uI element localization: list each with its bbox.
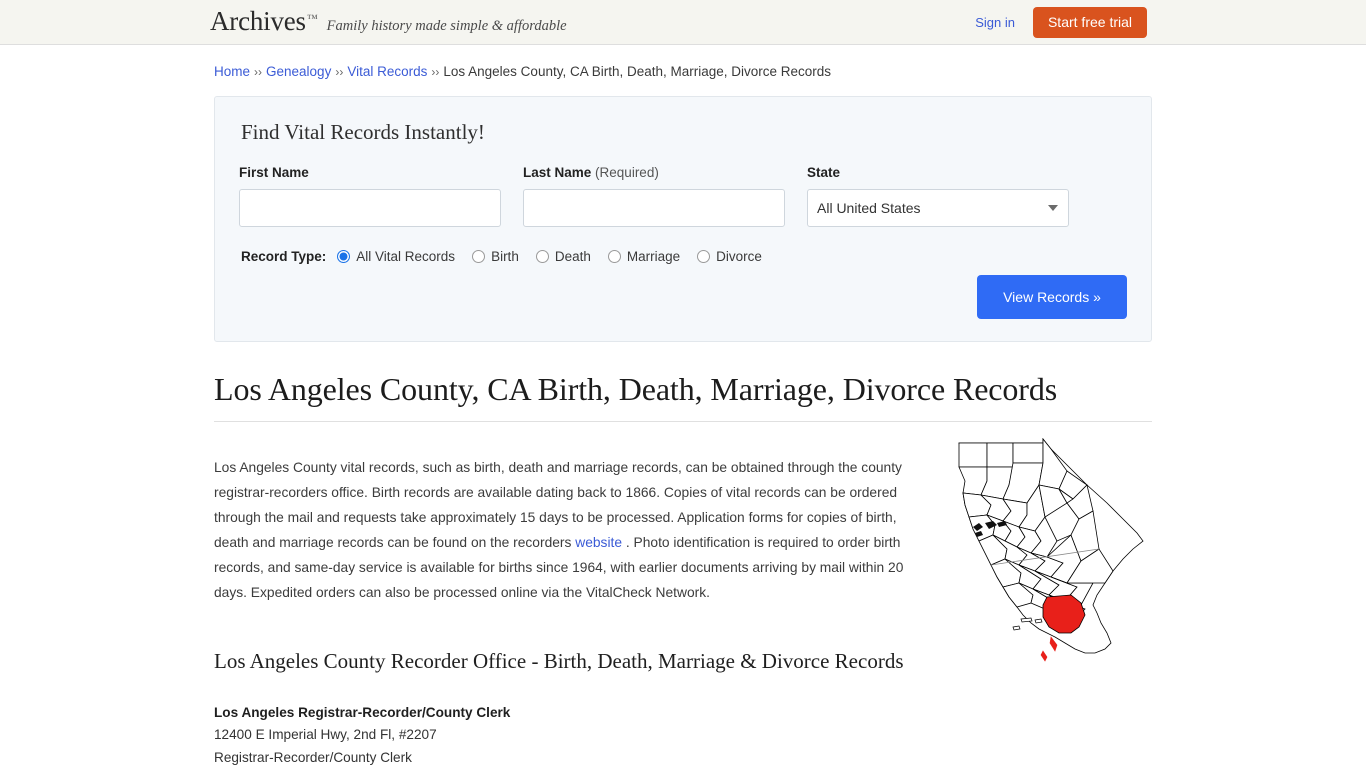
last-name-required-note: (Required): [595, 165, 659, 180]
first-name-label: First Name: [239, 165, 309, 180]
breadcrumb-separator: ››: [335, 65, 344, 79]
breadcrumb-item-genealogy[interactable]: Genealogy: [266, 64, 331, 79]
breadcrumb: Home ›› Genealogy ›› Vital Records ›› Los Ange…: [214, 45, 1152, 79]
office-address-line-1: 12400 E Imperial Hwy, 2nd Fl, #2207: [214, 727, 437, 743]
state-select-wrapper: All United States: [807, 189, 1069, 227]
start-free-trial-button[interactable]: Start free trial: [1032, 7, 1147, 38]
state-label: State: [807, 165, 841, 180]
radio-option-all-vital-records[interactable]: All Vital Records: [337, 249, 455, 264]
radio-label-divorce: Divorce: [716, 249, 762, 264]
radio-option-divorce[interactable]: Divorce: [697, 249, 762, 264]
recorders-website-link[interactable]: website: [575, 535, 622, 550]
office-address-line-2: Registrar-Recorder/County Clerk: [214, 749, 412, 765]
radio-icon-death[interactable]: [535, 250, 549, 263]
first-name-input[interactable]: [239, 189, 501, 227]
radio-icon-marriage[interactable]: [607, 250, 621, 263]
search-fields-row: First Name Last Name (Required) State Al…: [239, 165, 1127, 227]
vital-records-search-panel: Find Vital Records Instantly! First Name…: [214, 96, 1152, 342]
state-field-group: State All United States: [807, 165, 1069, 227]
view-records-button[interactable]: View Records »: [977, 275, 1127, 319]
last-name-field-group: Last Name (Required): [523, 165, 785, 227]
article-body: Los Angeles County vital records, such a…: [214, 422, 1152, 768]
search-panel-title: Find Vital Records Instantly!: [241, 120, 485, 144]
breadcrumb-item-current: Los Angeles County, CA Birth, Death, Mar…: [443, 64, 832, 79]
radio-option-marriage[interactable]: Marriage: [607, 249, 681, 264]
office-name: Los Angeles Registrar-Recorder/County Cl…: [214, 704, 511, 720]
radio-label-birth: Birth: [491, 249, 519, 264]
breadcrumb-separator: ››: [431, 65, 440, 79]
record-type-label: Record Type:: [241, 249, 327, 264]
breadcrumb-item-home[interactable]: Home: [214, 64, 250, 79]
radio-label-death: Death: [554, 249, 591, 264]
state-select[interactable]: All United States: [807, 189, 1069, 227]
last-name-label: Last Name (Required): [523, 165, 785, 180]
radio-icon-birth[interactable]: [472, 250, 486, 263]
radio-option-death[interactable]: Death: [535, 249, 591, 264]
radio-label-all-vital-records: All Vital Records: [356, 249, 456, 264]
page-body: Home ›› Genealogy ›› Vital Records ›› Los Ange…: [0, 45, 1366, 768]
header-actions: Sign in Start free trial: [975, 7, 1147, 38]
breadcrumb-item-vital-records[interactable]: Vital Records: [347, 64, 427, 79]
trademark-icon: ™: [306, 13, 318, 25]
brand-tagline: Family history made simple & affordable: [326, 18, 567, 34]
first-name-field-group: First Name: [239, 165, 501, 227]
radio-icon-divorce[interactable]: [697, 250, 711, 263]
record-type-row: Record Type: All Vital Records Birth Dea…: [239, 249, 1127, 264]
search-submit-row: View Records »: [977, 275, 1127, 319]
site-logo[interactable]: Archives ™ Family history made simple & a…: [210, 6, 567, 37]
california-county-map: [947, 437, 1152, 672]
brand-name: Archives: [210, 6, 306, 36]
radio-option-birth[interactable]: Birth: [472, 249, 519, 264]
site-header: Archives ™ Family history made simple & a…: [0, 0, 1366, 45]
last-name-input[interactable]: [523, 189, 785, 227]
sign-in-link[interactable]: Sign in: [975, 15, 1015, 30]
last-name-label-text: Last Name: [523, 165, 592, 180]
page-title: Los Angeles County, CA Birth, Death, Mar…: [214, 371, 1152, 422]
radio-icon-all-vital-records[interactable]: [337, 250, 351, 263]
radio-label-marriage: Marriage: [626, 249, 681, 264]
office-info-block: Los Angeles Registrar-Recorder/County Cl…: [214, 702, 1152, 768]
breadcrumb-separator: ››: [254, 65, 263, 79]
